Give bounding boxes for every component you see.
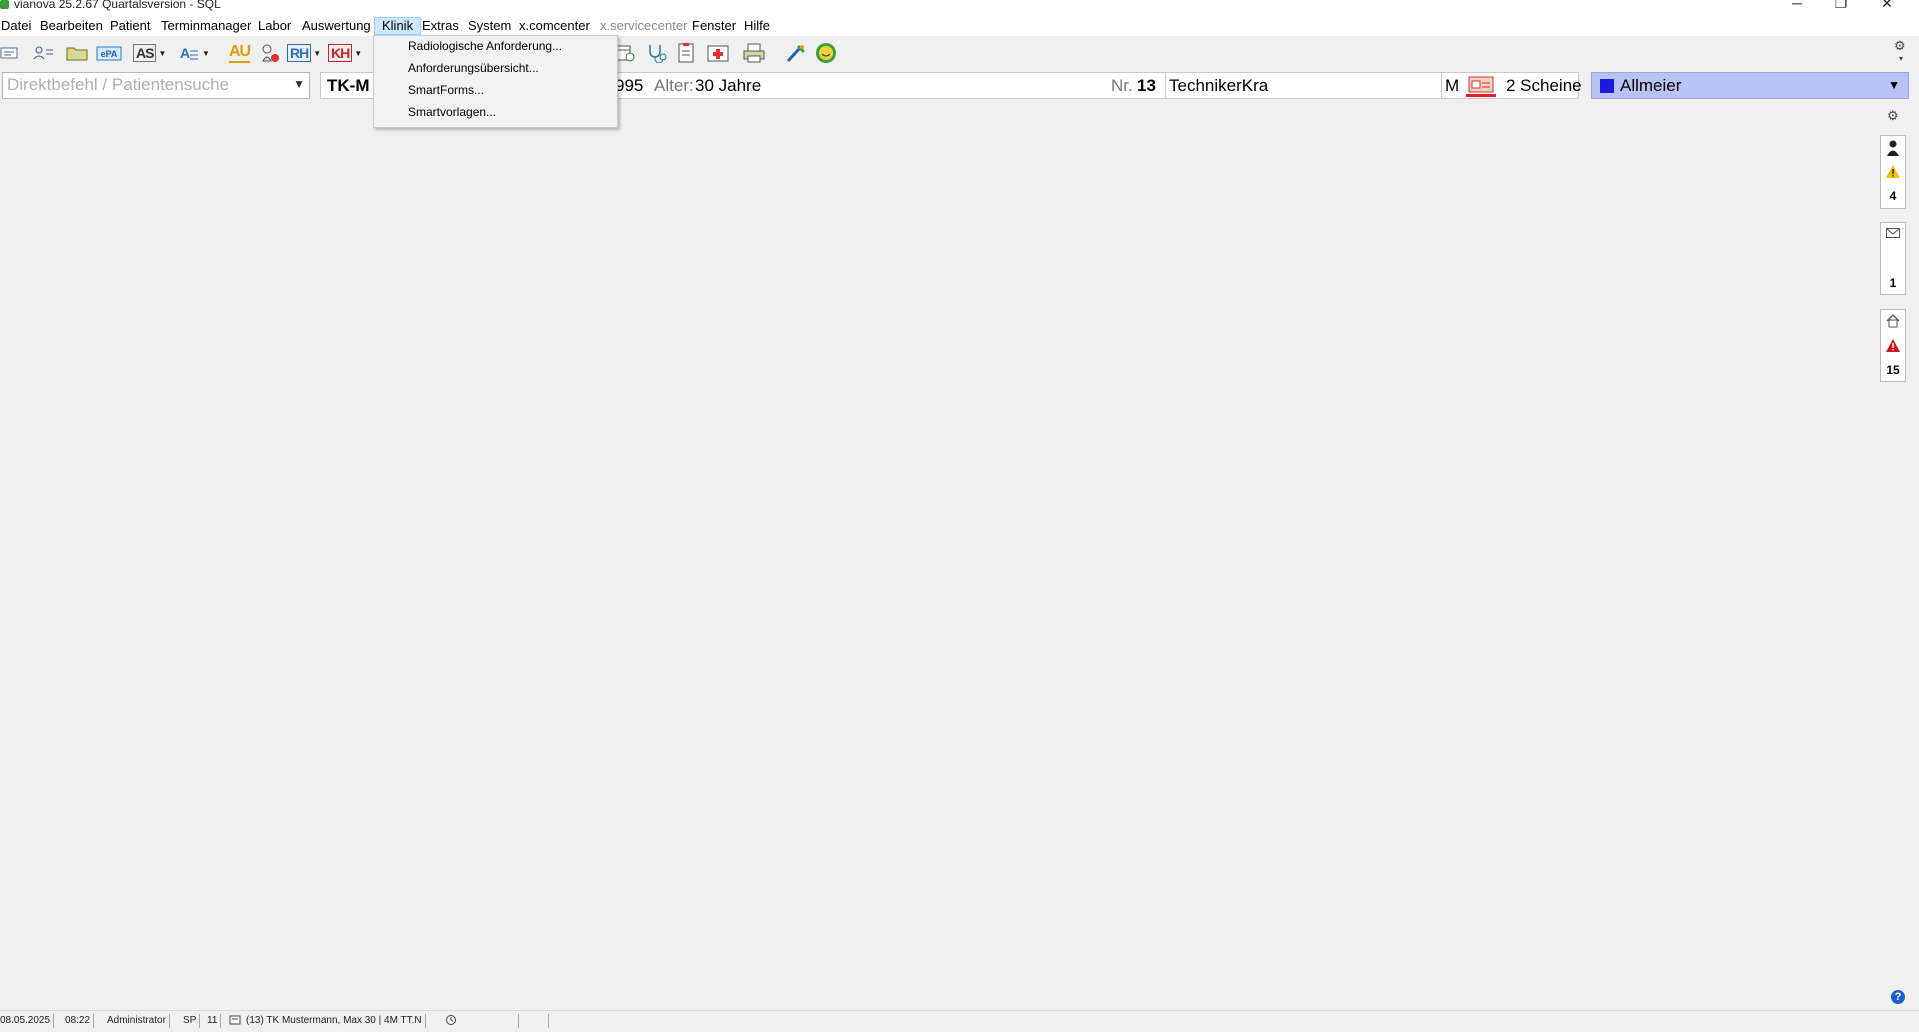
overflow-icon[interactable]: ▾ <box>1899 54 1903 63</box>
status-patient-icon <box>226 1014 244 1028</box>
status-empty-field <box>518 1014 549 1028</box>
kh-button[interactable]: KH ▼ <box>328 42 362 64</box>
klinik-dropdown-menu: Radiologische Anforderung... Anforderung… <box>373 35 618 128</box>
menu-hilfe[interactable]: Hilfe <box>737 17 777 35</box>
menu-xcomcenter[interactable]: x.comcenter <box>512 17 597 35</box>
status-user: Administrator <box>104 1014 170 1028</box>
home-icon <box>1881 314 1905 331</box>
insurance-name: TechnikerKra <box>1169 76 1269 95</box>
as-label: AS <box>133 44 157 62</box>
app-icon <box>0 0 9 9</box>
smiley-icon[interactable] <box>815 42 837 64</box>
svg-text:A: A <box>180 45 190 61</box>
scheine-count[interactable]: 2 Scheine <box>1506 76 1582 96</box>
menu-auswertung[interactable]: Auswertung <box>295 17 378 35</box>
gender: M <box>1445 76 1460 95</box>
window-title: vianova 25.2.67 Quartalsversion - SQL <box>14 0 221 11</box>
search-input[interactable] <box>3 73 281 97</box>
title-bar: vianova 25.2.67 Quartalsversion - SQL ─ … <box>0 0 1919 14</box>
status-time: 08:22 <box>62 1014 95 1028</box>
insurer-short: TK-M <box>327 76 370 95</box>
rh-button[interactable]: RH ▼ <box>287 42 321 64</box>
medical-case-icon[interactable] <box>706 42 730 64</box>
age-value: 30 Jahre <box>695 76 762 95</box>
mail-icon <box>1881 227 1905 241</box>
menu-bearbeiten[interactable]: Bearbeiten <box>33 17 110 35</box>
menu-option-smartforms[interactable]: SmartForms... <box>408 80 484 100</box>
formular-button[interactable]: A ▼ <box>178 42 210 64</box>
menu-option-smartvorlagen[interactable]: Smartvorlagen... <box>408 102 496 122</box>
panel-gear-icon[interactable]: ⚙ <box>1887 108 1899 124</box>
warning-yellow-icon <box>1881 165 1905 181</box>
gear-icon[interactable]: ⚙ <box>1894 38 1906 54</box>
folder-icon[interactable] <box>66 42 88 64</box>
status-code: SP <box>180 1014 201 1028</box>
minimize-button[interactable]: ─ <box>1777 0 1817 13</box>
messages-count: 1 <box>1889 276 1897 290</box>
messages-panel[interactable]: 1 <box>1880 222 1906 295</box>
doctor-select[interactable]: Allmeier ▼ <box>1591 72 1909 99</box>
epa-label: ePA <box>101 49 118 59</box>
rh-label: RH <box>287 44 312 62</box>
epa-icon[interactable]: ePA <box>96 42 122 64</box>
menu-terminmanager[interactable]: Terminmanager <box>154 17 258 35</box>
chevron-down-icon: ▼ <box>313 48 322 58</box>
menu-fenster[interactable]: Fenster <box>685 17 743 35</box>
labor-icon[interactable] <box>259 42 281 64</box>
status-date: 08.05.2025 <box>0 1014 55 1028</box>
menu-patient[interactable]: Patient <box>103 17 157 35</box>
person-icon <box>1881 140 1905 159</box>
chevron-down-icon[interactable]: ▼ <box>1888 78 1900 92</box>
menu-bar: Datei Bearbeiten Patient Terminmanager L… <box>0 14 1919 36</box>
card-icon[interactable] <box>0 42 18 64</box>
alerts-count: 4 <box>1889 189 1897 203</box>
nr-label: Nr. <box>1111 76 1133 95</box>
warning-red-icon <box>1881 339 1905 355</box>
help-icon[interactable]: ? <box>1891 990 1905 1004</box>
tools-icon[interactable] <box>785 42 807 64</box>
menu-system[interactable]: System <box>461 17 518 35</box>
toolbar: ePA AS ▼ A ▼ AU RH ▼ KH ▼ ⚙ ▾ <box>0 36 1919 70</box>
stethoscope-icon[interactable] <box>646 42 668 64</box>
status-sync-icon <box>442 1014 519 1028</box>
birth-year-fragment: 995 <box>615 76 644 95</box>
maximize-button[interactable]: ❐ <box>1821 0 1861 13</box>
status-bar: 08.05.2025 08:22 Administrator SP 11 (13… <box>0 1010 1919 1032</box>
close-button[interactable]: ✕ <box>1867 0 1907 13</box>
menu-xservicecenter: x.servicecenter <box>600 18 688 33</box>
menu-labor[interactable]: Labor <box>251 17 298 35</box>
chevron-down-icon[interactable]: ▼ <box>293 77 305 91</box>
as-button[interactable]: AS ▼ <box>133 42 166 64</box>
menu-option-anforderungsuebersicht[interactable]: Anforderungsübersicht... <box>408 58 539 78</box>
practice-alerts-panel[interactable]: 15 <box>1880 309 1906 382</box>
kh-label: KH <box>328 44 353 62</box>
document-icon[interactable] <box>676 42 696 64</box>
au-button[interactable]: AU <box>229 42 251 64</box>
nr-value: 13 <box>1137 76 1156 95</box>
au-label: AU <box>229 43 251 63</box>
patient-bar: ▼ TK-M 995 Alter: 30 Jahre Nr. 13 Techni… <box>0 72 1919 104</box>
search-box[interactable]: ▼ <box>2 72 310 99</box>
chevron-down-icon: ▼ <box>202 48 210 58</box>
chevron-down-icon: ▼ <box>354 48 363 58</box>
patient-alerts-panel[interactable]: 4 <box>1880 135 1906 209</box>
doctor-color-swatch <box>1600 79 1614 93</box>
chevron-down-icon: ▼ <box>158 48 167 58</box>
menu-extras[interactable]: Extras <box>415 17 466 35</box>
age-label: Alter: <box>654 76 694 95</box>
insurance-card-icon[interactable] <box>1466 75 1496 102</box>
printer-icon[interactable] <box>742 42 766 64</box>
menu-option-radiologische-anforderung[interactable]: Radiologische Anforderung... <box>408 36 562 56</box>
status-patient-info: (13) TK Mustermann, Max 30 | 4M TT.N <box>243 1014 426 1028</box>
status-number: 11 <box>204 1014 222 1028</box>
patient-card-icon[interactable] <box>32 42 54 64</box>
doctor-name: Allmeier <box>1620 76 1682 95</box>
warnings-count: 15 <box>1886 363 1900 377</box>
